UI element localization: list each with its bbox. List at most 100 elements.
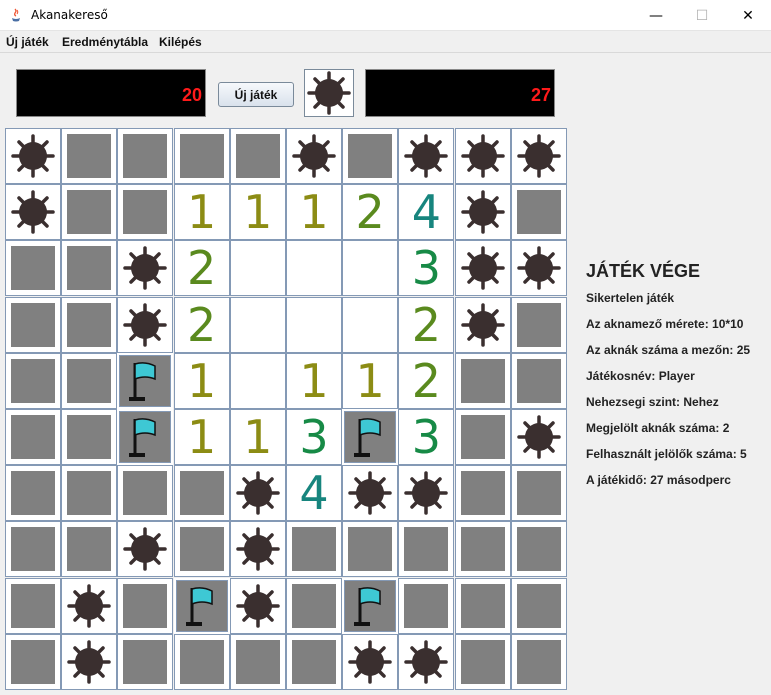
minimize-button[interactable]: — [633, 0, 679, 31]
number-cell[interactable]: 3 [398, 409, 455, 465]
number-cell[interactable]: 1 [229, 184, 286, 241]
mine-cell[interactable] [454, 240, 511, 297]
number-cell[interactable]: 2 [342, 184, 399, 241]
number-cell[interactable]: 1 [229, 409, 286, 465]
flagged-cell[interactable] [117, 409, 174, 465]
new-game-button[interactable]: Új játék [218, 82, 294, 107]
flagged-cell[interactable] [173, 577, 230, 634]
number-cell[interactable]: 2 [398, 296, 455, 353]
hidden-cell[interactable] [510, 577, 567, 634]
menu-new-game[interactable]: Új játék [6, 35, 49, 49]
number-cell[interactable]: 1 [286, 184, 342, 241]
hidden-cell[interactable] [5, 296, 61, 353]
hidden-cell[interactable] [510, 296, 567, 353]
mine-cell[interactable] [454, 296, 511, 353]
hidden-cell[interactable] [510, 465, 567, 522]
number-cell[interactable]: 1 [342, 352, 399, 409]
hidden-cell[interactable] [454, 409, 511, 465]
mine-cell[interactable] [229, 465, 286, 522]
mine-cell[interactable] [454, 128, 511, 184]
empty-cell[interactable] [229, 240, 286, 297]
number-cell[interactable]: 2 [398, 352, 455, 409]
hidden-cell[interactable] [117, 128, 174, 184]
hidden-cell[interactable] [342, 521, 399, 578]
number-cell[interactable]: 4 [398, 184, 455, 241]
number-cell[interactable]: 3 [286, 409, 342, 465]
hidden-cell[interactable] [61, 184, 118, 241]
mine-cell[interactable] [117, 296, 174, 353]
mine-cell[interactable] [510, 240, 567, 297]
hidden-cell[interactable] [5, 465, 61, 522]
hidden-cell[interactable] [5, 521, 61, 578]
mine-cell[interactable] [117, 240, 174, 297]
mine-cell[interactable] [398, 465, 455, 522]
hidden-cell[interactable] [454, 352, 511, 409]
hidden-cell[interactable] [61, 465, 118, 522]
number-cell[interactable]: 1 [173, 184, 230, 241]
empty-cell[interactable] [342, 296, 399, 353]
hidden-cell[interactable] [173, 521, 230, 578]
number-cell[interactable]: 1 [173, 352, 230, 409]
mine-cell[interactable] [510, 128, 567, 184]
hidden-cell[interactable] [117, 633, 174, 690]
empty-cell[interactable] [229, 296, 286, 353]
number-cell[interactable]: 2 [173, 296, 230, 353]
hidden-cell[interactable] [61, 296, 118, 353]
flagged-cell[interactable] [342, 577, 399, 634]
hidden-cell[interactable] [229, 128, 286, 184]
hidden-cell[interactable] [286, 521, 342, 578]
hidden-cell[interactable] [173, 128, 230, 184]
mine-cell[interactable] [342, 465, 399, 522]
flagged-cell[interactable] [117, 352, 174, 409]
hidden-cell[interactable] [61, 521, 118, 578]
mine-cell[interactable] [229, 521, 286, 578]
status-face-button[interactable] [304, 69, 354, 117]
number-cell[interactable]: 1 [286, 352, 342, 409]
flagged-cell[interactable] [342, 409, 399, 465]
empty-cell[interactable] [229, 352, 286, 409]
hidden-cell[interactable] [510, 184, 567, 241]
hidden-cell[interactable] [510, 352, 567, 409]
mine-cell[interactable] [286, 128, 342, 184]
maximize-button[interactable]: ☐ [679, 0, 725, 31]
mine-cell[interactable] [5, 184, 61, 241]
hidden-cell[interactable] [286, 633, 342, 690]
mine-cell[interactable] [229, 577, 286, 634]
close-button[interactable]: ✕ [725, 0, 771, 31]
mine-cell[interactable] [454, 184, 511, 241]
hidden-cell[interactable] [398, 521, 455, 578]
menu-exit[interactable]: Kilépés [159, 35, 202, 49]
mine-cell[interactable] [342, 633, 399, 690]
mine-cell[interactable] [398, 633, 455, 690]
empty-cell[interactable] [286, 296, 342, 353]
hidden-cell[interactable] [454, 577, 511, 634]
hidden-cell[interactable] [229, 633, 286, 690]
mine-cell[interactable] [510, 409, 567, 465]
mine-cell[interactable] [117, 521, 174, 578]
hidden-cell[interactable] [173, 465, 230, 522]
hidden-cell[interactable] [510, 521, 567, 578]
mine-cell[interactable] [5, 128, 61, 184]
hidden-cell[interactable] [5, 240, 61, 297]
hidden-cell[interactable] [61, 240, 118, 297]
mine-cell[interactable] [398, 128, 455, 184]
number-cell[interactable]: 3 [398, 240, 455, 297]
hidden-cell[interactable] [5, 352, 61, 409]
hidden-cell[interactable] [454, 521, 511, 578]
hidden-cell[interactable] [61, 352, 118, 409]
hidden-cell[interactable] [117, 577, 174, 634]
number-cell[interactable]: 2 [173, 240, 230, 297]
hidden-cell[interactable] [117, 184, 174, 241]
number-cell[interactable]: 1 [173, 409, 230, 465]
hidden-cell[interactable] [454, 465, 511, 522]
hidden-cell[interactable] [5, 409, 61, 465]
hidden-cell[interactable] [398, 577, 455, 634]
hidden-cell[interactable] [510, 633, 567, 690]
empty-cell[interactable] [342, 240, 399, 297]
hidden-cell[interactable] [5, 633, 61, 690]
empty-cell[interactable] [286, 240, 342, 297]
menu-leaderboard[interactable]: Eredménytábla [62, 35, 148, 49]
mine-cell[interactable] [61, 577, 118, 634]
hidden-cell[interactable] [454, 633, 511, 690]
number-cell[interactable]: 4 [286, 465, 342, 522]
